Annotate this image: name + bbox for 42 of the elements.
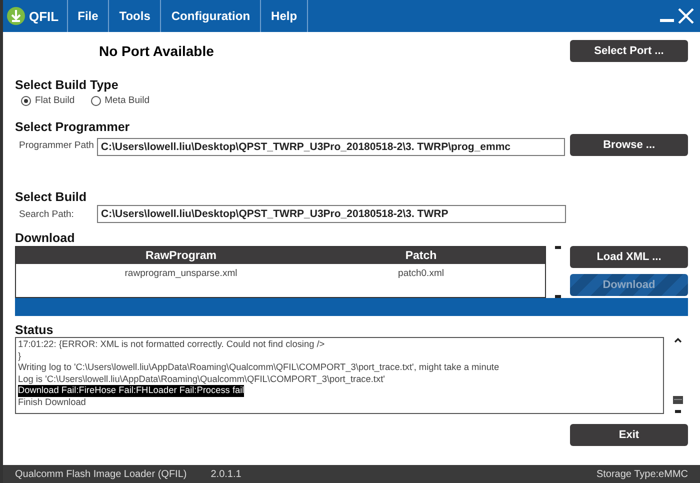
- menu-item[interactable]: Tools: [108, 0, 160, 32]
- port-status: No Port Available: [99, 43, 215, 59]
- radio-label: Meta Build: [104, 95, 150, 106]
- section-heading: Select Programmer: [15, 120, 131, 134]
- table-cell-text: rawprogram_unsparse.xml: [124, 268, 238, 278]
- browse-button[interactable]: Browse ...: [570, 134, 688, 156]
- app-name: Qualcomm Flash Image Loader (QFIL): [15, 468, 187, 480]
- scroll-up-icon: [674, 337, 682, 343]
- dash-icon: [555, 295, 561, 298]
- section-heading: Status: [15, 323, 54, 337]
- menu-item[interactable]: Configuration: [160, 0, 260, 32]
- column-header: Patch: [404, 250, 438, 262]
- download-logo-icon: [7, 7, 25, 25]
- radio-label: Flat Build: [35, 95, 75, 106]
- log-line: }: [18, 350, 22, 362]
- dash-icon: [675, 410, 682, 413]
- close-icon[interactable]: [678, 8, 694, 24]
- version-text: 2.0.1.1: [210, 468, 242, 480]
- input-field[interactable]: C:\Users\lowell.liu\Desktop\QPST_TWRP_U3Pro_20180518-2\3. TWRP\prog_emmc: [96, 138, 566, 156]
- field-label: Programmer Path: [19, 140, 95, 150]
- menu-item[interactable]: Help: [260, 0, 308, 32]
- storage-type: Storage Type:eMMC: [596, 468, 688, 480]
- select-port-button[interactable]: Select Port ...: [570, 40, 688, 62]
- section-heading: Download: [15, 231, 76, 245]
- menu-item[interactable]: File: [66, 0, 108, 32]
- log-line: Writing log to 'C:\Users\lowell.liu\AppData\Roaming\Qualcomm\QFIL\COMPORT_3\port_trace.txt', might take a minute: [18, 362, 500, 374]
- dash-icon: [555, 246, 561, 249]
- action-button[interactable]: Load XML ...: [570, 246, 688, 268]
- app-title: QFIL: [29, 8, 59, 24]
- column-header: RawProgram: [144, 250, 218, 262]
- radio-button[interactable]: [21, 96, 31, 106]
- log-line: Log is 'C:\Users\lowell.liu\AppData\Roaming\Qualcomm\QFIL\COMPORT_3\port_trace.txt': [18, 374, 385, 385]
- exit-button[interactable]: Exit: [570, 424, 688, 446]
- section-heading: Select Build: [15, 190, 88, 204]
- table-cell-text: patch0.xml: [397, 268, 445, 278]
- radio-button[interactable]: [90, 96, 101, 106]
- input-field[interactable]: C:\Users\lowell.liu\Desktop\QPST_TWRP_U3Pro_20180518-2\3. TWRP: [97, 205, 566, 223]
- section-heading: Select Build Type: [15, 78, 120, 92]
- field-label: Search Path:: [19, 208, 75, 220]
- log-line: 17:01:22: {ERROR: XML is not formatted correctly. Could not find closing />: [18, 339, 325, 350]
- scroll-thumb-icon: [673, 396, 684, 404]
- log-line: Finish Download: [18, 396, 86, 408]
